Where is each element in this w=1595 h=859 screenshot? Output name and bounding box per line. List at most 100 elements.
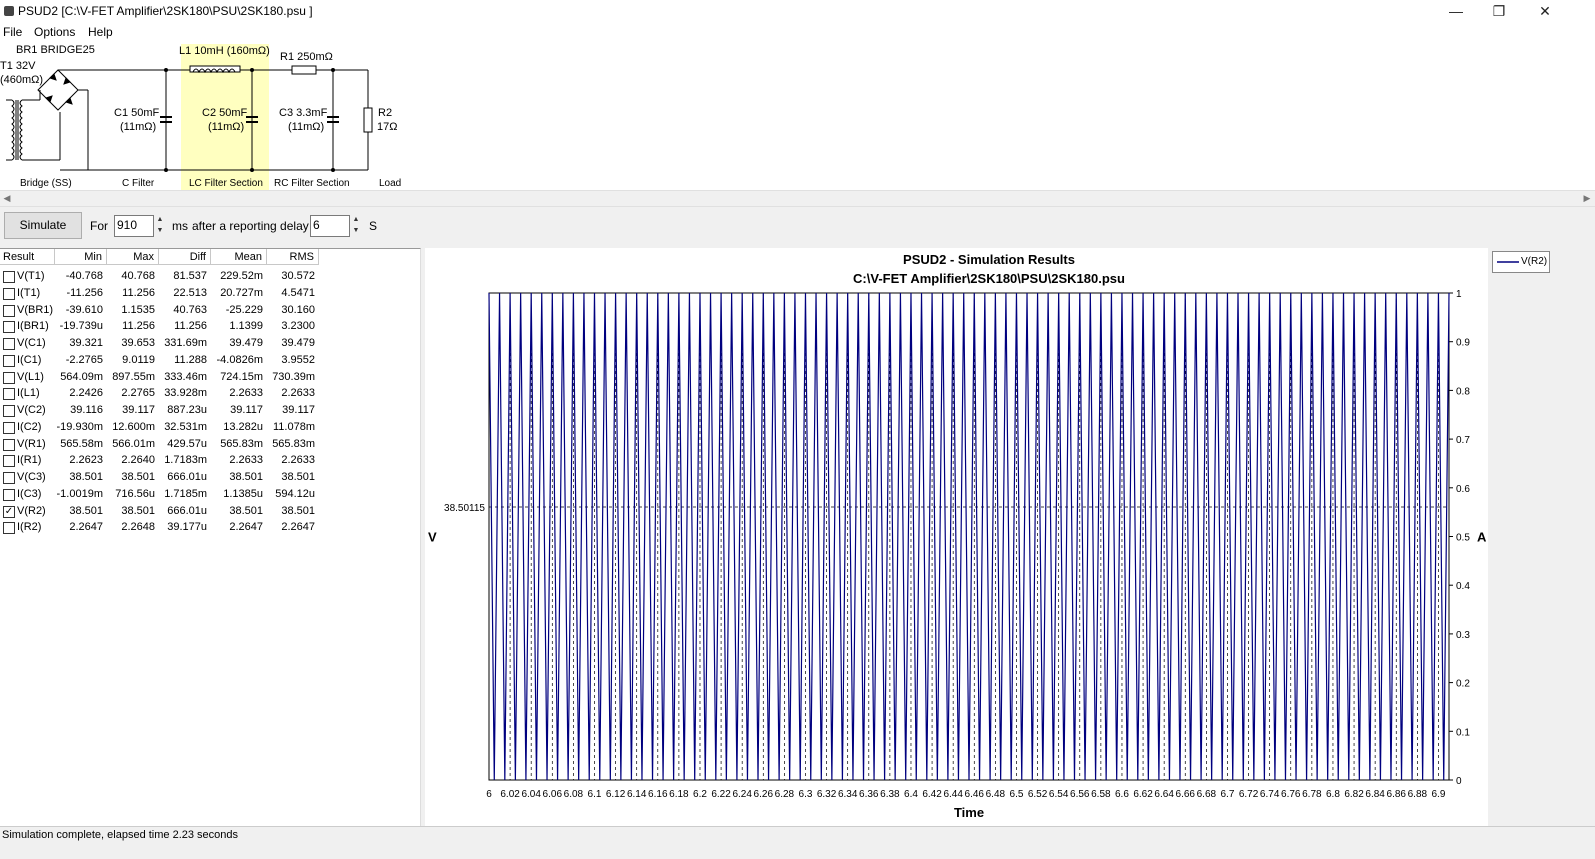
table-row[interactable]: V(C1) 39.321 39.653 331.69m 39.479 39.479 xyxy=(0,335,420,352)
x-tick-label: 6.68 xyxy=(1197,789,1217,800)
table-row[interactable]: V(L1) 564.09m 897.55m 333.46m 724.15m 730.39m xyxy=(0,369,420,386)
table-row[interactable]: I(C1) -2.2765 9.0119 11.288 -4.0826m 3.9552 xyxy=(0,352,420,369)
legend-line-icon xyxy=(1497,261,1519,263)
status-text: Simulation complete, elapsed time 2.23 s… xyxy=(2,829,239,841)
scroll-right-icon[interactable]: ▶ xyxy=(1580,191,1594,206)
c2-esr: (11mΩ) xyxy=(208,121,245,133)
cell-min: -1.0019m xyxy=(56,487,103,500)
row-name: V(T1) xyxy=(17,270,45,282)
delay-down-icon[interactable]: ▼ xyxy=(350,226,362,236)
menu-file[interactable]: File xyxy=(3,25,22,39)
row-name: I(C3) xyxy=(17,487,42,500)
row-name: V(C3) xyxy=(17,471,46,483)
row-checkbox[interactable] xyxy=(3,338,15,350)
scroll-left-icon[interactable]: ◀ xyxy=(0,191,14,206)
y2-tick-label: 0.4 xyxy=(1456,581,1470,592)
x-tick-label: 6.34 xyxy=(838,789,858,800)
table-row[interactable]: V(C3) 38.501 38.501 666.01u 38.501 38.501 xyxy=(0,469,420,486)
simulate-button[interactable]: Simulate xyxy=(4,212,82,239)
table-row[interactable]: I(T1) -11.256 11.256 22.513 20.727m 4.5471 xyxy=(0,285,420,302)
chart-panel[interactable]: PSUD2 - Simulation Results C:\V-FET Ampli… xyxy=(425,134,1488,826)
table-row[interactable]: V(C2) 39.116 39.117 887.23u 39.117 39.117 xyxy=(0,402,420,419)
title-bar: PSUD2 [C:\V-FET Amplifier\2SK180\PSU\2SK… xyxy=(0,0,1595,24)
x-axis-label: Time xyxy=(954,805,984,820)
row-checkbox[interactable] xyxy=(3,371,15,384)
column-header-rms[interactable]: RMS xyxy=(267,249,319,265)
delay-up-icon[interactable]: ▲ xyxy=(350,215,362,225)
column-header-min[interactable]: Min xyxy=(55,249,107,265)
table-row[interactable]: I(C3) -1.0019m 716.56u 1.7185m 1.1385u 594.12… xyxy=(0,486,420,503)
y2-tick-label: 0 xyxy=(1456,776,1462,787)
x-tick-label: 6.44 xyxy=(943,789,963,800)
cell-rms: 30.160 xyxy=(281,303,315,316)
row-checkbox[interactable] xyxy=(3,321,15,334)
cell-max: 39.653 xyxy=(121,337,155,349)
cell-diff: 666.01u xyxy=(167,471,207,483)
r1-label: R1 250mΩ xyxy=(280,51,333,63)
chart-legend[interactable]: V(R2) xyxy=(1492,251,1550,273)
x-tick-label: 6.02 xyxy=(500,789,520,800)
section-bridge[interactable]: Bridge (SS) xyxy=(20,178,72,189)
row-checkbox[interactable] xyxy=(3,271,15,283)
row-name: I(T1) xyxy=(17,286,41,299)
row-checkbox[interactable]: ✓ xyxy=(3,505,15,518)
x-tick-label: 6.4 xyxy=(904,789,918,800)
column-header-mean[interactable]: Mean xyxy=(211,249,267,265)
y2-tick-label: 1 xyxy=(1456,289,1462,300)
cell-mean: 229.52m xyxy=(220,270,263,282)
delay-input[interactable] xyxy=(311,216,349,234)
table-row[interactable]: I(C2) -19.930m 12.600m 32.531m 13.282u 11.078… xyxy=(0,419,420,436)
minimize-button[interactable]: — xyxy=(1433,0,1479,23)
circuit-schematic[interactable]: BR1 BRIDGE25 T1 32V (460mΩ) L1 10mH (160… xyxy=(0,42,1595,190)
duration-input[interactable] xyxy=(115,216,153,234)
menu-help[interactable]: Help xyxy=(88,25,113,39)
results-table[interactable]: Result Min Max Diff Mean RMS V(T1) -40.76… xyxy=(0,248,421,827)
menu-options[interactable]: Options xyxy=(34,25,75,39)
close-button[interactable]: ✕ xyxy=(1522,0,1568,23)
delay-label: after a reporting delay of xyxy=(192,219,323,233)
section-lc-filter[interactable]: LC Filter Section xyxy=(189,178,263,189)
bridge-rectifier-icon xyxy=(37,69,79,111)
schematic-scrollbar[interactable]: ◀ ▶ xyxy=(0,190,1595,207)
row-checkbox[interactable] xyxy=(3,472,15,484)
row-checkbox[interactable] xyxy=(3,438,15,451)
column-header-max[interactable]: Max xyxy=(107,249,159,265)
table-row[interactable]: I(BR1) -19.739u 11.256 11.256 1.1399 3.2300 xyxy=(0,318,420,335)
c3-esr: (11mΩ) xyxy=(288,121,325,133)
row-checkbox[interactable] xyxy=(3,388,15,401)
cell-mean: 2.2633 xyxy=(229,454,263,467)
duration-field[interactable] xyxy=(114,215,154,237)
column-header-result[interactable]: Result xyxy=(0,249,55,265)
x-tick-label: 6.28 xyxy=(775,789,795,800)
x-tick-label: 6.16 xyxy=(648,789,668,800)
row-checkbox[interactable] xyxy=(3,488,15,501)
row-checkbox[interactable] xyxy=(3,421,15,434)
cell-mean: 1.1385u xyxy=(223,487,263,500)
section-c-filter[interactable]: C Filter xyxy=(122,178,154,189)
duration-down-icon[interactable]: ▼ xyxy=(154,226,166,236)
section-load[interactable]: Load xyxy=(379,178,401,189)
table-row[interactable]: V(R1) 565.58m 566.01m 429.57u 565.83m 565.83m xyxy=(0,436,420,453)
table-row[interactable]: V(T1) -40.768 40.768 81.537 229.52m 30.572 xyxy=(0,268,420,285)
table-row[interactable]: V(BR1) -39.610 1.1535 40.763 -25.229 30.160 xyxy=(0,302,420,319)
table-row[interactable]: I(R2) 2.2647 2.2648 39.177u 2.2647 2.2647 xyxy=(0,519,420,536)
row-checkbox[interactable] xyxy=(3,455,15,468)
restore-button[interactable]: ❐ xyxy=(1476,0,1522,23)
row-checkbox[interactable] xyxy=(3,304,15,317)
duration-up-icon[interactable]: ▲ xyxy=(154,215,166,225)
cell-max: 11.256 xyxy=(122,320,155,333)
cell-min: -11.256 xyxy=(66,286,104,299)
x-tick-label: 6.36 xyxy=(859,789,879,800)
row-checkbox[interactable] xyxy=(3,354,15,367)
table-row[interactable]: ✓ V(R2) 38.501 38.501 666.01u 38.501 38.501 xyxy=(0,503,420,520)
delay-field[interactable] xyxy=(310,215,350,237)
y2-tick-label: 0.9 xyxy=(1456,338,1470,349)
row-checkbox[interactable] xyxy=(3,522,15,535)
row-checkbox[interactable] xyxy=(3,405,15,417)
status-bar: Simulation complete, elapsed time 2.23 s… xyxy=(0,826,1595,859)
row-checkbox[interactable] xyxy=(3,287,15,300)
section-rc-filter[interactable]: RC Filter Section xyxy=(274,178,350,189)
table-row[interactable]: I(R1) 2.2623 2.2640 1.7183m 2.2633 2.2633 xyxy=(0,452,420,469)
column-header-diff[interactable]: Diff xyxy=(159,249,211,265)
table-row[interactable]: I(L1) 2.2426 2.2765 33.928m 2.2633 2.2633 xyxy=(0,385,420,402)
